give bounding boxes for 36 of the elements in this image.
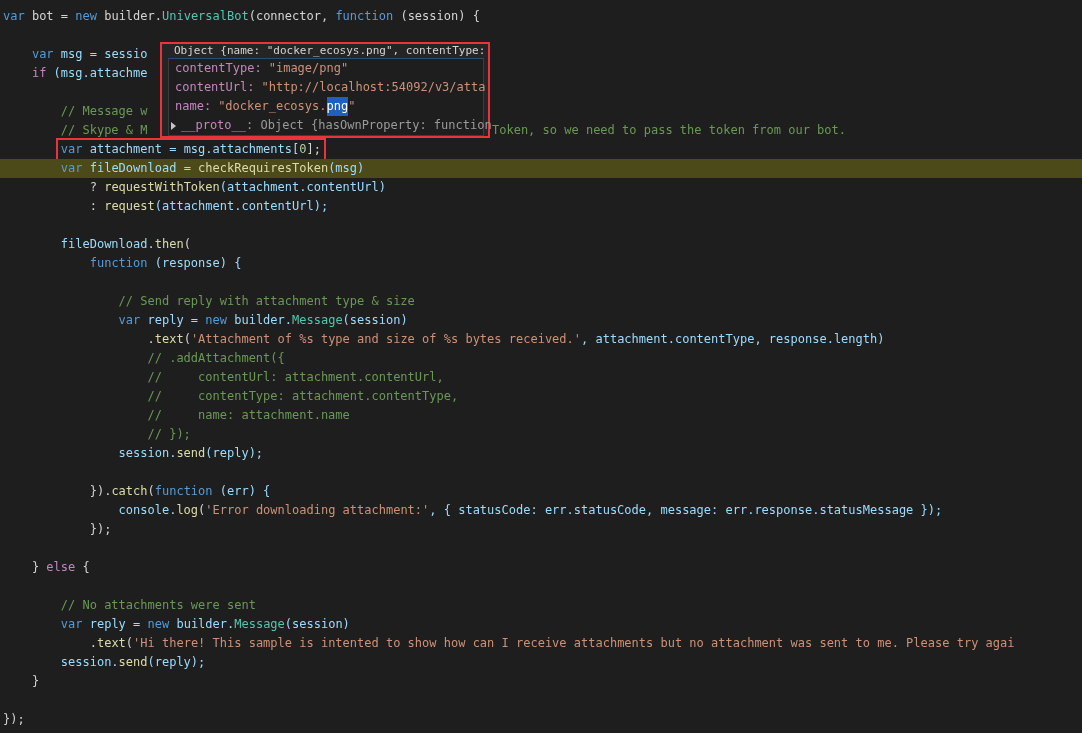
code-line: ? requestWithToken(attachment.contentUrl) (89, 179, 386, 196)
object-property: contentType: "image/png" (175, 60, 350, 77)
code-line: fileDownload.then( (60, 236, 191, 253)
code-line: // No attachments were sent (60, 597, 256, 614)
code-line: .text('Hi there! This sample is intented to show how can I receive attachments but no attachment was sent to me. Please try agai (89, 635, 1015, 652)
code-line: var fileDownload = checkRequiresToken(msg) (60, 160, 365, 177)
code-line: // }); (147, 426, 191, 443)
code-line: // Message w (60, 103, 148, 120)
code-line: // name: attachment.name (147, 407, 350, 424)
code-line: }); (89, 521, 112, 538)
code-line: // Send reply with attachment type & size (118, 293, 415, 310)
code-line: } (31, 673, 40, 690)
code-line: // .addAttachment({ (147, 350, 285, 367)
code-line: }); (3, 711, 25, 728)
object-property: contentUrl: "http://localhost:54092/v3/atta (175, 79, 483, 96)
caret-icon[interactable] (170, 121, 177, 130)
code-line: }).catch(function (err) { (89, 483, 271, 500)
code-line: // contentUrl: attachment.contentUrl, (147, 369, 444, 386)
code-line: if (msg.attachme (31, 65, 148, 82)
code-line: session.send(reply); (60, 654, 206, 671)
code-line: .text('Attachment of %s type and size of %s bytes received.', attachment.contentType, response.length) (147, 331, 885, 348)
code-line: var msg = sessio (31, 46, 148, 63)
code-line: session.send(reply); (118, 445, 264, 462)
code-line: var reply = new builder.Message(session) (118, 312, 408, 329)
code-line: var reply = new builder.Message(session) (60, 616, 350, 633)
code-line: } else { (31, 559, 90, 576)
object-property: name: "docker_ecosys.png" (175, 97, 483, 116)
code-line: : request(attachment.contentUrl); (89, 198, 329, 215)
code-line: function (response) { (89, 255, 242, 272)
code-line: var bot = new builder.UniversalBot(connector, function (session) { (3, 8, 480, 25)
code-line: var attachment = msg.attachments[0]; (57, 140, 324, 159)
code-line: // contentType: attachment.contentType, (147, 388, 459, 405)
code-line: // Skype & M (60, 122, 148, 139)
code-line: console.log('Error downloading attachment:', { statusCode: err.statusCode, message: err.response.statusMessage }); (118, 502, 943, 519)
code-line: Token, so we need to pass the token from our bot. (492, 123, 846, 139)
tooltip-header: Object {name: "docker_ecosys.png", contentType: (173, 44, 484, 58)
